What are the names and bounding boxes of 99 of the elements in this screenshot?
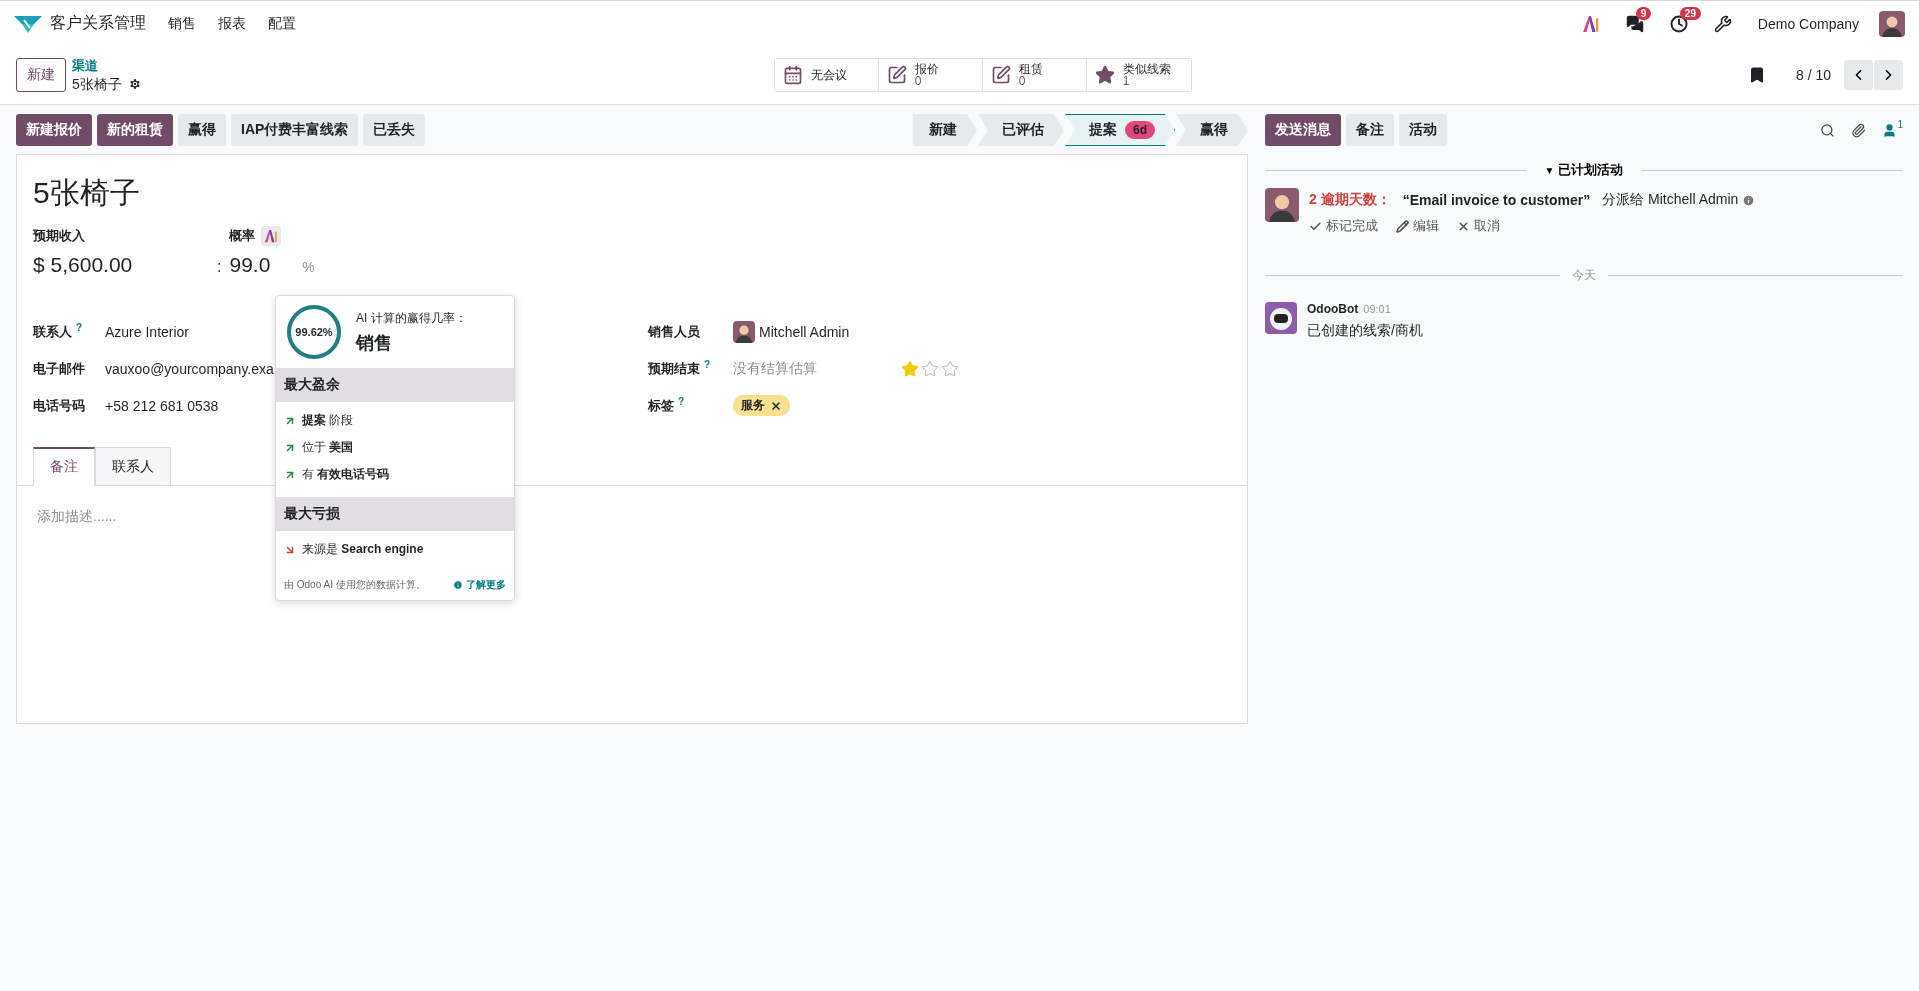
probability-value: 99.0 xyxy=(229,253,271,277)
tab[interactable]: 备注 xyxy=(33,447,95,486)
menu-item[interactable]: 配置 xyxy=(268,14,296,33)
field-label: 预期结束 xyxy=(648,361,700,377)
chatter-button[interactable]: 备注 xyxy=(1346,114,1394,146)
stage-name: 销售 xyxy=(356,331,393,355)
help-mark: ? xyxy=(76,321,83,333)
activities-toggle[interactable]: ▼ 已计划活动 xyxy=(1538,160,1630,180)
priority-star[interactable] xyxy=(901,359,919,378)
notification-badge: 9 xyxy=(1635,6,1652,20)
action-button[interactable]: 新的租赁 xyxy=(97,114,173,146)
bot-avatar xyxy=(1265,302,1297,334)
edit-icon xyxy=(886,65,907,85)
reason-text: 位于 美国 xyxy=(302,439,354,456)
colon-mark: : xyxy=(217,258,222,276)
stage-badge: 6d xyxy=(1125,121,1155,139)
field-label: 电话号码 xyxy=(33,397,85,413)
user-avatar xyxy=(1879,10,1905,37)
field-label: 电子邮件 xyxy=(33,360,85,376)
pencil-icon xyxy=(1396,219,1409,233)
action-button[interactable]: IAP付费丰富线索 xyxy=(231,114,359,146)
remove-icon[interactable] xyxy=(770,399,782,412)
previous-button[interactable] xyxy=(1844,60,1873,90)
ai-icon xyxy=(264,229,278,243)
section-title: 最大盈余 xyxy=(276,368,514,402)
field-label: 联系人 xyxy=(33,324,72,340)
action-button[interactable]: 已丢失 xyxy=(363,114,426,146)
stage-button[interactable]: 赢得 xyxy=(1176,114,1248,146)
notification-badge: 29 xyxy=(1679,6,1701,20)
priority-star[interactable] xyxy=(921,359,939,378)
reason-text: 来源是 Search engine xyxy=(302,541,424,558)
message-text: 已创建的线索/商机 xyxy=(1307,322,1423,340)
ai-icon xyxy=(1581,14,1600,33)
message-time: 09:01 xyxy=(1363,303,1391,315)
new-button[interactable]: 新建 xyxy=(16,58,66,92)
activity-action[interactable]: 编辑 xyxy=(1396,217,1439,235)
next-button[interactable] xyxy=(1874,60,1903,90)
revenue-value: $ 5,600.00 xyxy=(33,253,133,277)
edit-icon xyxy=(990,65,1011,85)
breadcrumb-link[interactable]: 渠道 xyxy=(72,57,142,75)
record-title: 5张椅子 xyxy=(32,175,141,211)
tag: 服务 xyxy=(733,395,790,416)
overdue-label: 2 逾期天数： xyxy=(1309,191,1391,209)
learn-more-link[interactable]: 了解更多 xyxy=(453,578,506,592)
stat-button[interactable]: 无会议 xyxy=(774,59,879,91)
chatter-button[interactable]: 活动 xyxy=(1399,114,1447,146)
action-button[interactable]: 新建报价 xyxy=(16,114,92,146)
help-mark: ? xyxy=(704,358,711,370)
follower-icon[interactable] xyxy=(1882,122,1898,138)
popover-heading: AI 计算的赢得几率： xyxy=(356,309,467,327)
chatter-button[interactable]: 发送消息 xyxy=(1265,114,1341,146)
app-title: 客户关系管理 xyxy=(50,13,146,33)
author-name: OdooBot xyxy=(1307,302,1359,316)
field-label: 概率 xyxy=(229,227,255,245)
app-logo-icon xyxy=(14,13,42,34)
calendar-icon xyxy=(782,65,803,85)
stage-button[interactable]: 新建 xyxy=(913,114,977,146)
stage-button[interactable]: 提案 6d xyxy=(1065,114,1175,146)
info-icon[interactable] xyxy=(1742,193,1756,207)
check-icon xyxy=(1309,219,1322,233)
field-label: 预期收入 xyxy=(33,227,85,245)
date-separator: 今天 xyxy=(1572,267,1596,284)
menu-item[interactable]: 报表 xyxy=(218,14,246,33)
field-label: 销售人员 xyxy=(648,323,700,339)
reason-text: 有 有效电话号码 xyxy=(302,466,390,483)
follower-count: 1 xyxy=(1897,118,1903,130)
field-value: +58 212 681 0538 xyxy=(105,397,219,414)
user-avatar xyxy=(733,320,755,343)
activity-action[interactable]: 取消 xyxy=(1457,217,1500,235)
reason-text: 提案 阶段 xyxy=(302,412,354,429)
field-value: vauxoo@yourcompany.exa xyxy=(105,360,274,377)
star-icon xyxy=(1094,65,1115,85)
field-value: Mitchell Admin xyxy=(759,323,850,340)
field-label: 标签 xyxy=(648,398,674,414)
stage-button[interactable]: 已评估 xyxy=(978,114,1064,146)
action-button[interactable]: 赢得 xyxy=(178,114,226,146)
info-icon xyxy=(453,580,463,590)
search-icon[interactable] xyxy=(1820,122,1836,138)
percent-sign: % xyxy=(302,259,315,275)
tools-icon[interactable] xyxy=(1713,14,1732,33)
field-value: Azure Interior xyxy=(105,323,190,340)
user-avatar xyxy=(1265,188,1299,222)
pager-text: 8 / 10 xyxy=(1795,67,1831,83)
section-title: 最大亏损 xyxy=(276,497,514,531)
activity-action[interactable]: 标记完成 xyxy=(1309,217,1378,235)
footer-text: 由 Odoo AI 使用您的数据计算。 xyxy=(284,578,426,592)
help-mark: ? xyxy=(678,395,685,407)
activity-summary: “Email invoice to customer” xyxy=(1402,192,1591,208)
record-name: 5张椅子 xyxy=(72,75,122,93)
paperclip-icon[interactable] xyxy=(1851,122,1867,138)
ai-button[interactable] xyxy=(261,226,281,246)
priority-star[interactable] xyxy=(941,359,959,378)
tab[interactable]: 联系人 xyxy=(95,447,171,486)
close-icon xyxy=(1457,219,1470,233)
percentage-text: 99.62% xyxy=(294,325,334,340)
menu-item[interactable]: 销售 xyxy=(168,14,196,33)
settings-icon[interactable] xyxy=(127,77,142,91)
company-name: Demo Company xyxy=(1757,15,1859,32)
assignee-text: 分派给 Mitchell Admin xyxy=(1602,191,1739,209)
